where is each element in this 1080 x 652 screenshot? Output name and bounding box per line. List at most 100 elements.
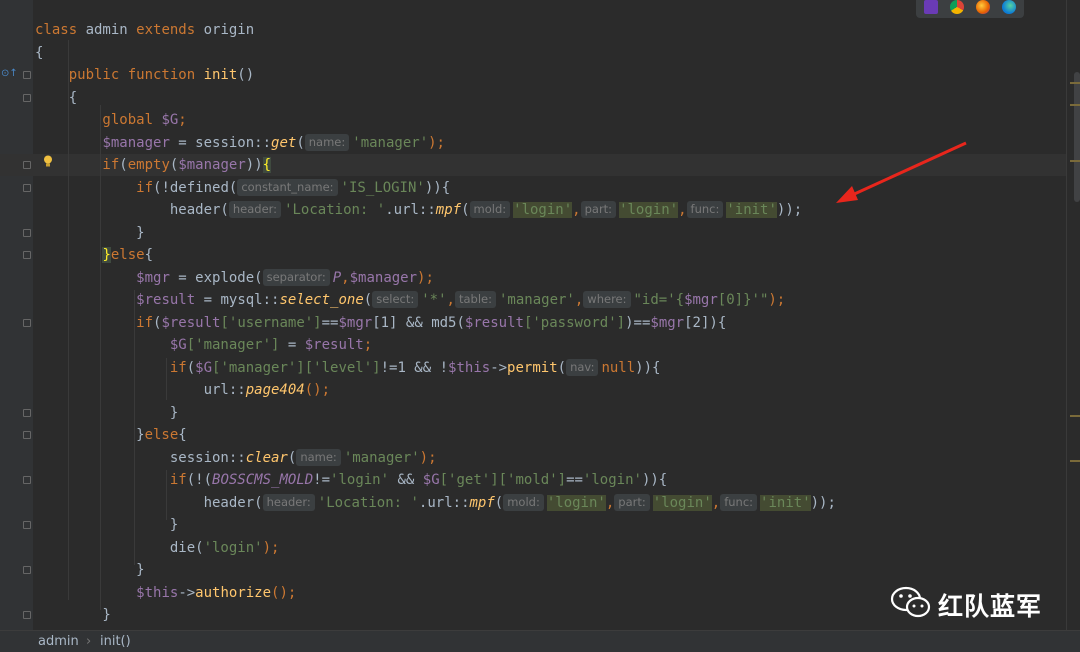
code-line[interactable]: if(!(BOSSCMS_MOLD!='login' && $G['get'][… xyxy=(0,469,1066,491)
code-line[interactable]: } xyxy=(0,559,1066,581)
code-token: $result xyxy=(464,314,524,331)
code-line[interactable]: { xyxy=(0,87,1066,109)
code-text: }else{ xyxy=(35,244,153,266)
fold-marker-icon[interactable] xyxy=(23,93,31,102)
code-text: if($G['manager']['level']!=1 && !$this->… xyxy=(35,357,660,379)
code-token: 'login' xyxy=(203,539,263,556)
edge-icon[interactable] xyxy=(1002,0,1016,14)
code-line[interactable]: global $G; xyxy=(0,109,1066,131)
code-line[interactable]: header(header: 'Location: '.url::mpf(mold… xyxy=(0,199,1066,221)
code-text: $G['manager'] = $result; xyxy=(35,334,372,356)
stripe-marker[interactable] xyxy=(1070,160,1080,162)
code-line[interactable]: $mgr = explode(separator: P,$manager); xyxy=(0,267,1066,289)
code-line[interactable]: { xyxy=(0,42,1066,64)
code-token: ( xyxy=(557,359,567,376)
code-line[interactable]: $G['manager'] = $result; xyxy=(0,334,1066,356)
code-token: )); xyxy=(810,494,836,511)
phpstorm-icon[interactable] xyxy=(924,0,938,14)
code-token: 'manager' xyxy=(352,134,429,151)
code-line[interactable]: if($G['manager']['level']!=1 && !$this->… xyxy=(0,357,1066,379)
firefox-icon[interactable] xyxy=(976,0,990,14)
code-token: ['manager'] xyxy=(186,337,280,353)
code-line[interactable]: if($result['username']==$mgr[1] && md5($… xyxy=(0,312,1066,334)
stripe-marker[interactable] xyxy=(1070,415,1080,417)
code-token: 'login' xyxy=(652,494,712,511)
code-text: die('login'); xyxy=(35,537,280,559)
code-token: else xyxy=(144,427,179,443)
code-token: public function xyxy=(35,67,204,83)
code-token: } xyxy=(35,427,145,443)
parameter-hint: mold: xyxy=(469,201,511,218)
code-token: )) xyxy=(245,157,263,173)
fold-marker-icon[interactable] xyxy=(23,228,31,237)
code-token: = xyxy=(279,337,305,353)
code-line[interactable]: if(empty($manager)){ xyxy=(0,154,1066,176)
code-token: } xyxy=(35,224,145,241)
code-token: ; xyxy=(363,337,373,353)
code-line[interactable]: }else{ xyxy=(0,424,1066,446)
code-token: ); xyxy=(419,449,437,466)
stripe-marker[interactable] xyxy=(1070,460,1080,462)
fold-marker-icon[interactable] xyxy=(23,408,31,417)
code-line[interactable]: public function init() xyxy=(0,64,1066,86)
code-editor[interactable]: class admin extends origin { public funct… xyxy=(0,0,1066,630)
parameter-hint: func: xyxy=(720,493,758,511)
code-token: )){ xyxy=(635,359,661,376)
breadcrumb-method[interactable]: init() xyxy=(100,631,131,652)
code-token: $mgr xyxy=(338,314,373,331)
code-text: $manager = session::get(name:'manager'); xyxy=(35,132,445,154)
code-token: get xyxy=(271,134,297,151)
code-line[interactable]: if(!defined(constant_name: 'IS_LOGIN')){ xyxy=(0,177,1066,199)
code-line[interactable]: }else{ xyxy=(0,244,1066,266)
code-token: 'Location: ' xyxy=(317,494,419,511)
code-text: } xyxy=(35,514,178,536)
fold-marker-icon[interactable] xyxy=(23,476,31,484)
lightbulb-icon[interactable] xyxy=(43,155,53,168)
code-line[interactable]: $result = mysql::select_one(select: '*', t… xyxy=(0,289,1066,311)
fold-marker-icon[interactable] xyxy=(23,611,31,619)
code-text: $mgr = explode(separator: P,$manager); xyxy=(35,267,434,289)
code-line[interactable]: class admin extends origin xyxy=(0,19,1066,41)
code-token: 'login' xyxy=(546,494,606,511)
code-line[interactable]: die('login'); xyxy=(0,537,1066,559)
chrome-icon[interactable] xyxy=(950,0,964,14)
code-token: url:: xyxy=(35,382,246,398)
code-text: session::clear(name:'manager'); xyxy=(35,447,437,469)
code-token: { xyxy=(262,157,272,173)
scrollbar-thumb[interactable] xyxy=(1074,72,1080,202)
fold-marker-icon[interactable] xyxy=(23,566,31,574)
code-line[interactable]: $manager = session::get(name:'manager'); xyxy=(0,132,1066,154)
code-line[interactable]: header(header: 'Location: '.url::mpf(mold… xyxy=(0,492,1066,514)
fold-marker-icon[interactable] xyxy=(23,318,31,327)
parameter-hint: mold: xyxy=(503,493,544,511)
code-line[interactable]: session::clear(name:'manager'); xyxy=(0,447,1066,469)
fold-marker-icon[interactable] xyxy=(23,251,31,259)
code-token: (); xyxy=(271,584,297,601)
code-line[interactable]: } xyxy=(0,402,1066,424)
fold-marker-icon[interactable] xyxy=(23,431,31,439)
code-line[interactable]: } xyxy=(0,222,1066,244)
breadcrumb-class[interactable]: admin xyxy=(38,631,79,652)
fold-marker-icon[interactable] xyxy=(23,161,31,169)
code-token: origin xyxy=(203,22,255,38)
code-token: page404 xyxy=(245,382,305,398)
fold-marker-icon[interactable] xyxy=(23,71,31,79)
fold-marker-icon[interactable] xyxy=(23,521,31,529)
code-line[interactable]: } xyxy=(0,514,1066,536)
code-token: (); xyxy=(304,382,331,398)
code-line[interactable]: url::page404(); xyxy=(0,379,1066,401)
code-token: ['username'] xyxy=(220,314,322,331)
stripe-marker[interactable] xyxy=(1070,82,1080,84)
code-token: [0]}'" xyxy=(717,292,769,308)
code-token: ); xyxy=(262,539,280,556)
fold-marker-icon[interactable] xyxy=(23,183,31,192)
code-token: } xyxy=(102,247,111,263)
code-token: 'login' xyxy=(619,202,679,218)
code-token: )); xyxy=(776,202,803,218)
code-token: )){ xyxy=(641,472,668,488)
stripe-marker[interactable] xyxy=(1070,104,1080,106)
code-text: if(!(BOSSCMS_MOLD!='login' && $G['get'][… xyxy=(35,469,667,491)
code-text: { xyxy=(35,42,43,64)
parameter-hint: header: xyxy=(228,201,282,218)
override-method-icon[interactable]: ⊙↑ xyxy=(1,68,18,80)
